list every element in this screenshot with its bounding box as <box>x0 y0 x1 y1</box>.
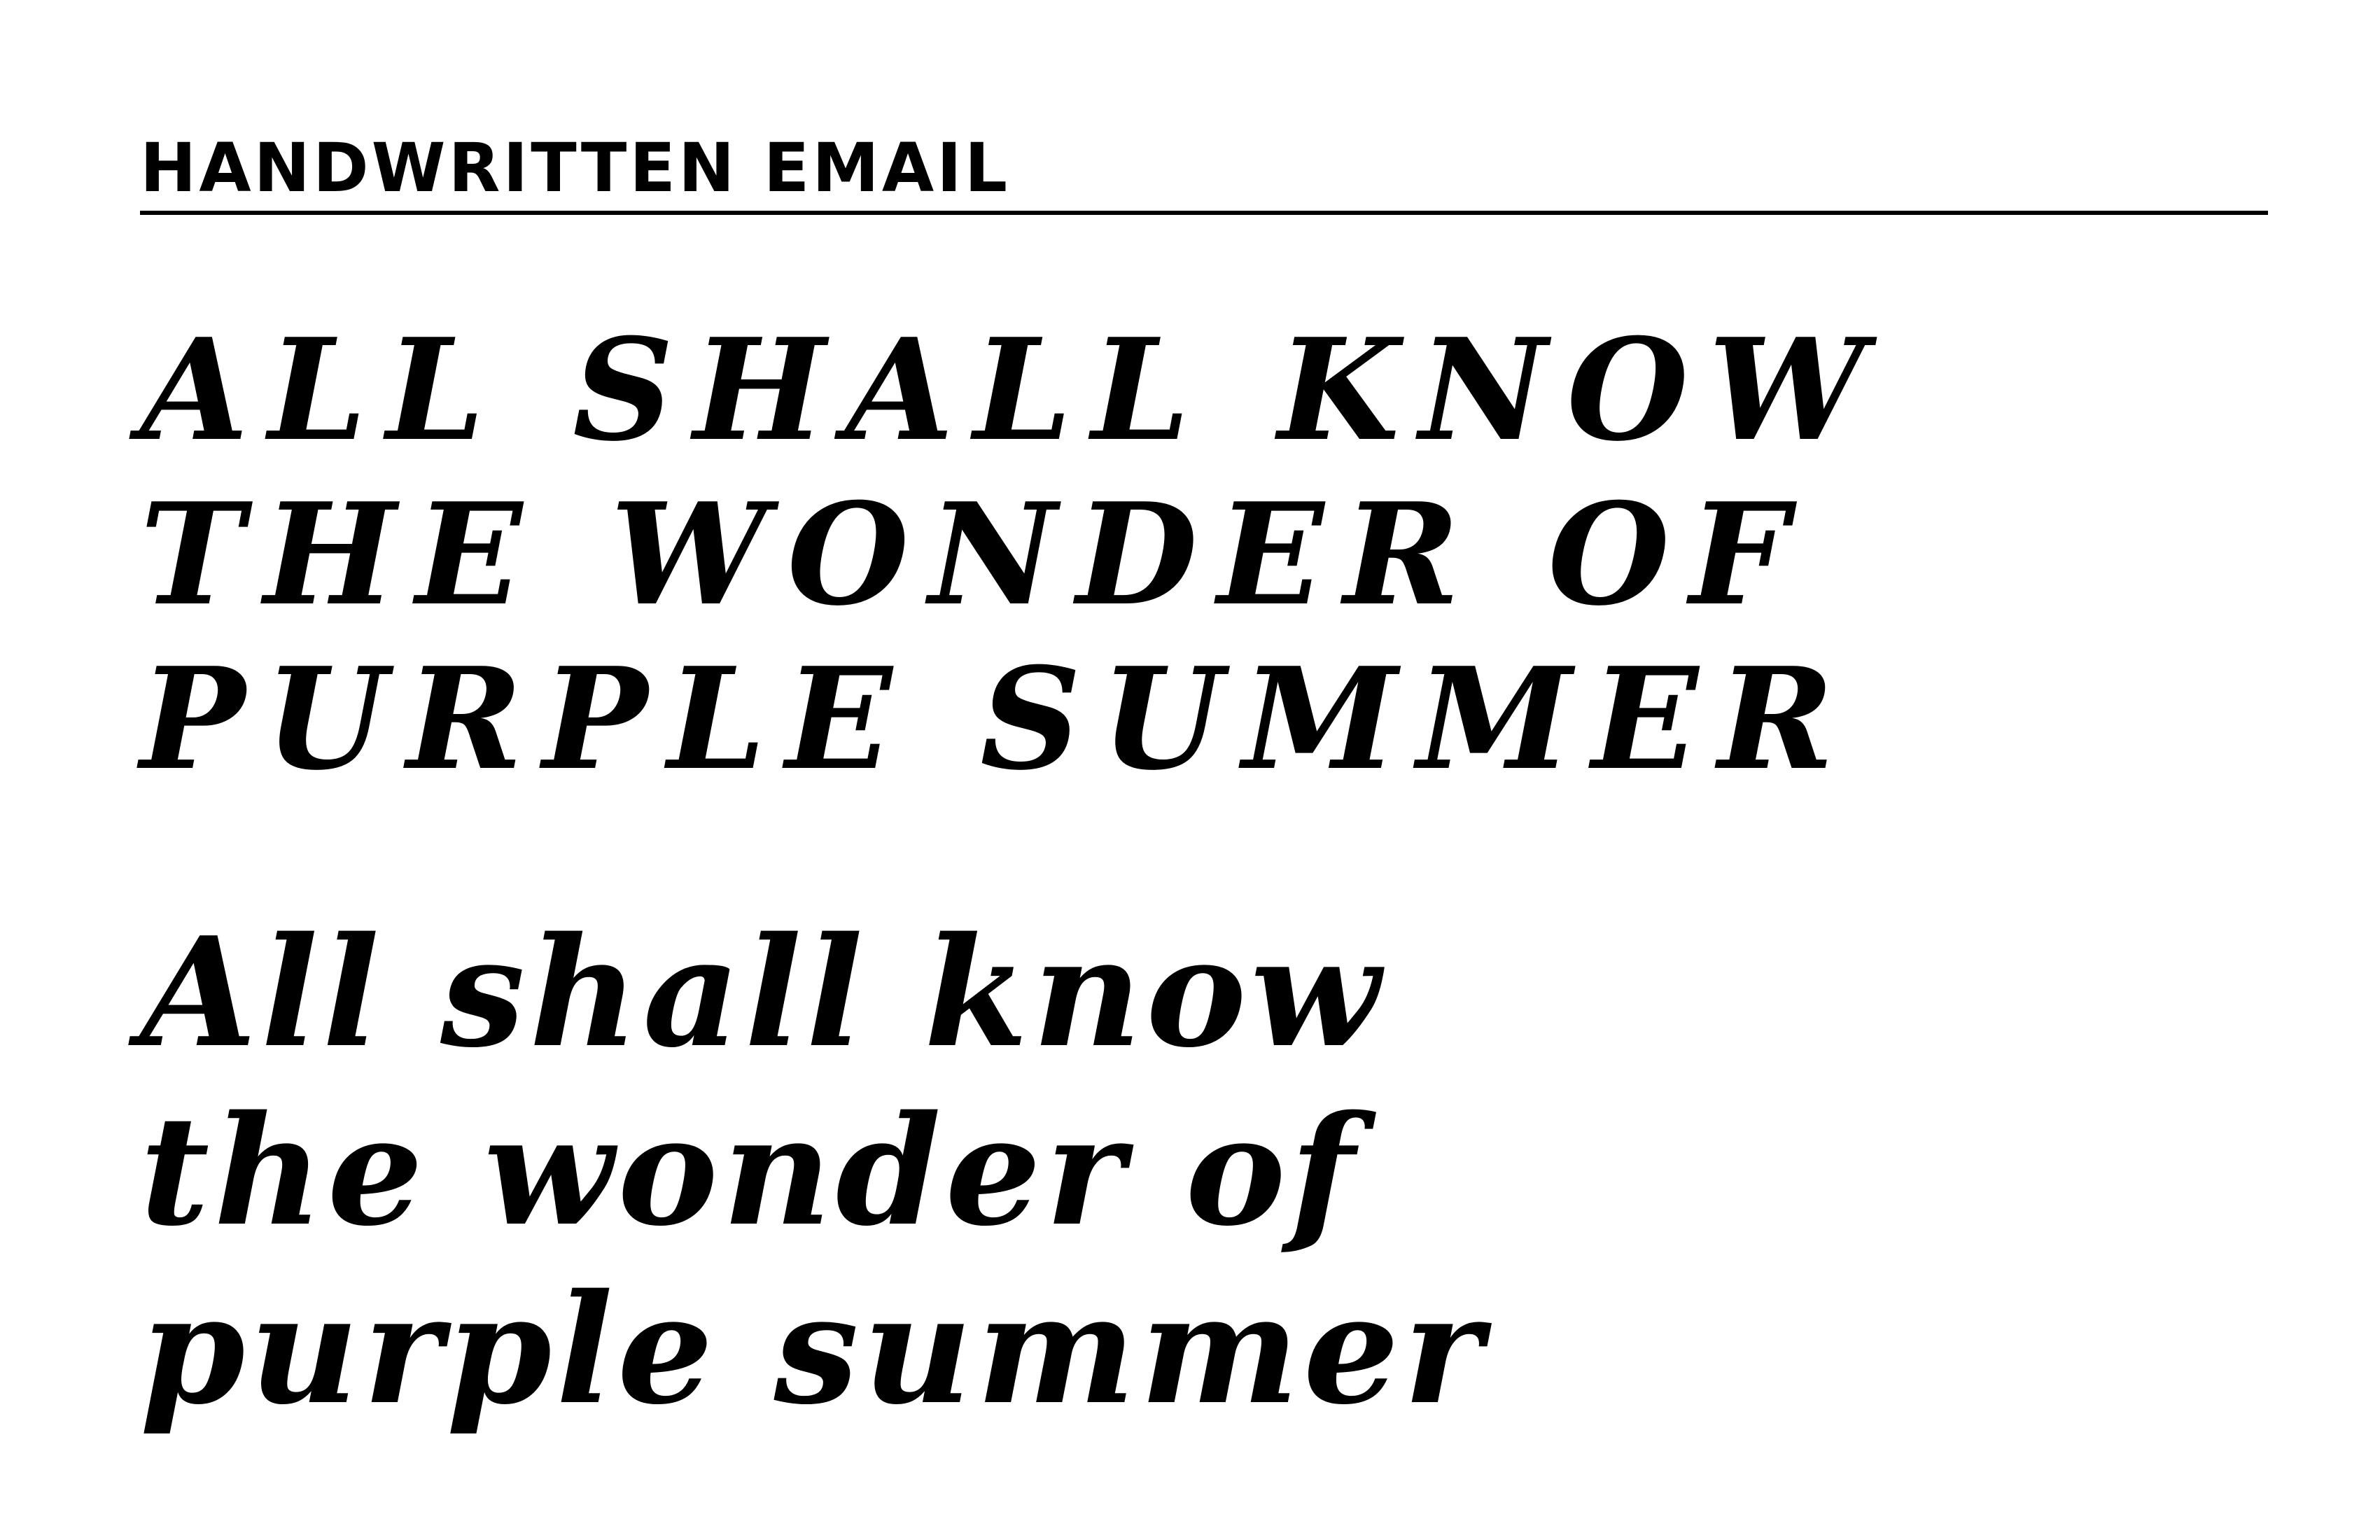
page-title: HANDWRITTEN EMAIL <box>140 129 1011 207</box>
uppercase-line-3: PURPLE SUMMER <box>140 637 1854 802</box>
header: HANDWRITTEN EMAIL <box>140 129 2268 215</box>
uppercase-line-2: THE WONDER OF <box>140 472 1809 637</box>
mixedcase-specimen: All shall know the wonder of purple summ… <box>140 903 2170 1438</box>
uppercase-line-1: ALL SHALL KNOW <box>140 308 1885 472</box>
title-underline <box>140 211 2268 215</box>
mixedcase-line-1: All shall know <box>140 904 1385 1081</box>
font-specimen-page: HANDWRITTEN EMAIL ALL SHALL KNOW THE WON… <box>0 0 2380 1540</box>
mixedcase-line-2: the wonder of <box>140 1082 1359 1259</box>
mixedcase-line-3: purple summer <box>140 1261 1487 1438</box>
uppercase-specimen: ALL SHALL KNOW THE WONDER OF PURPLE SUMM… <box>140 308 2170 802</box>
